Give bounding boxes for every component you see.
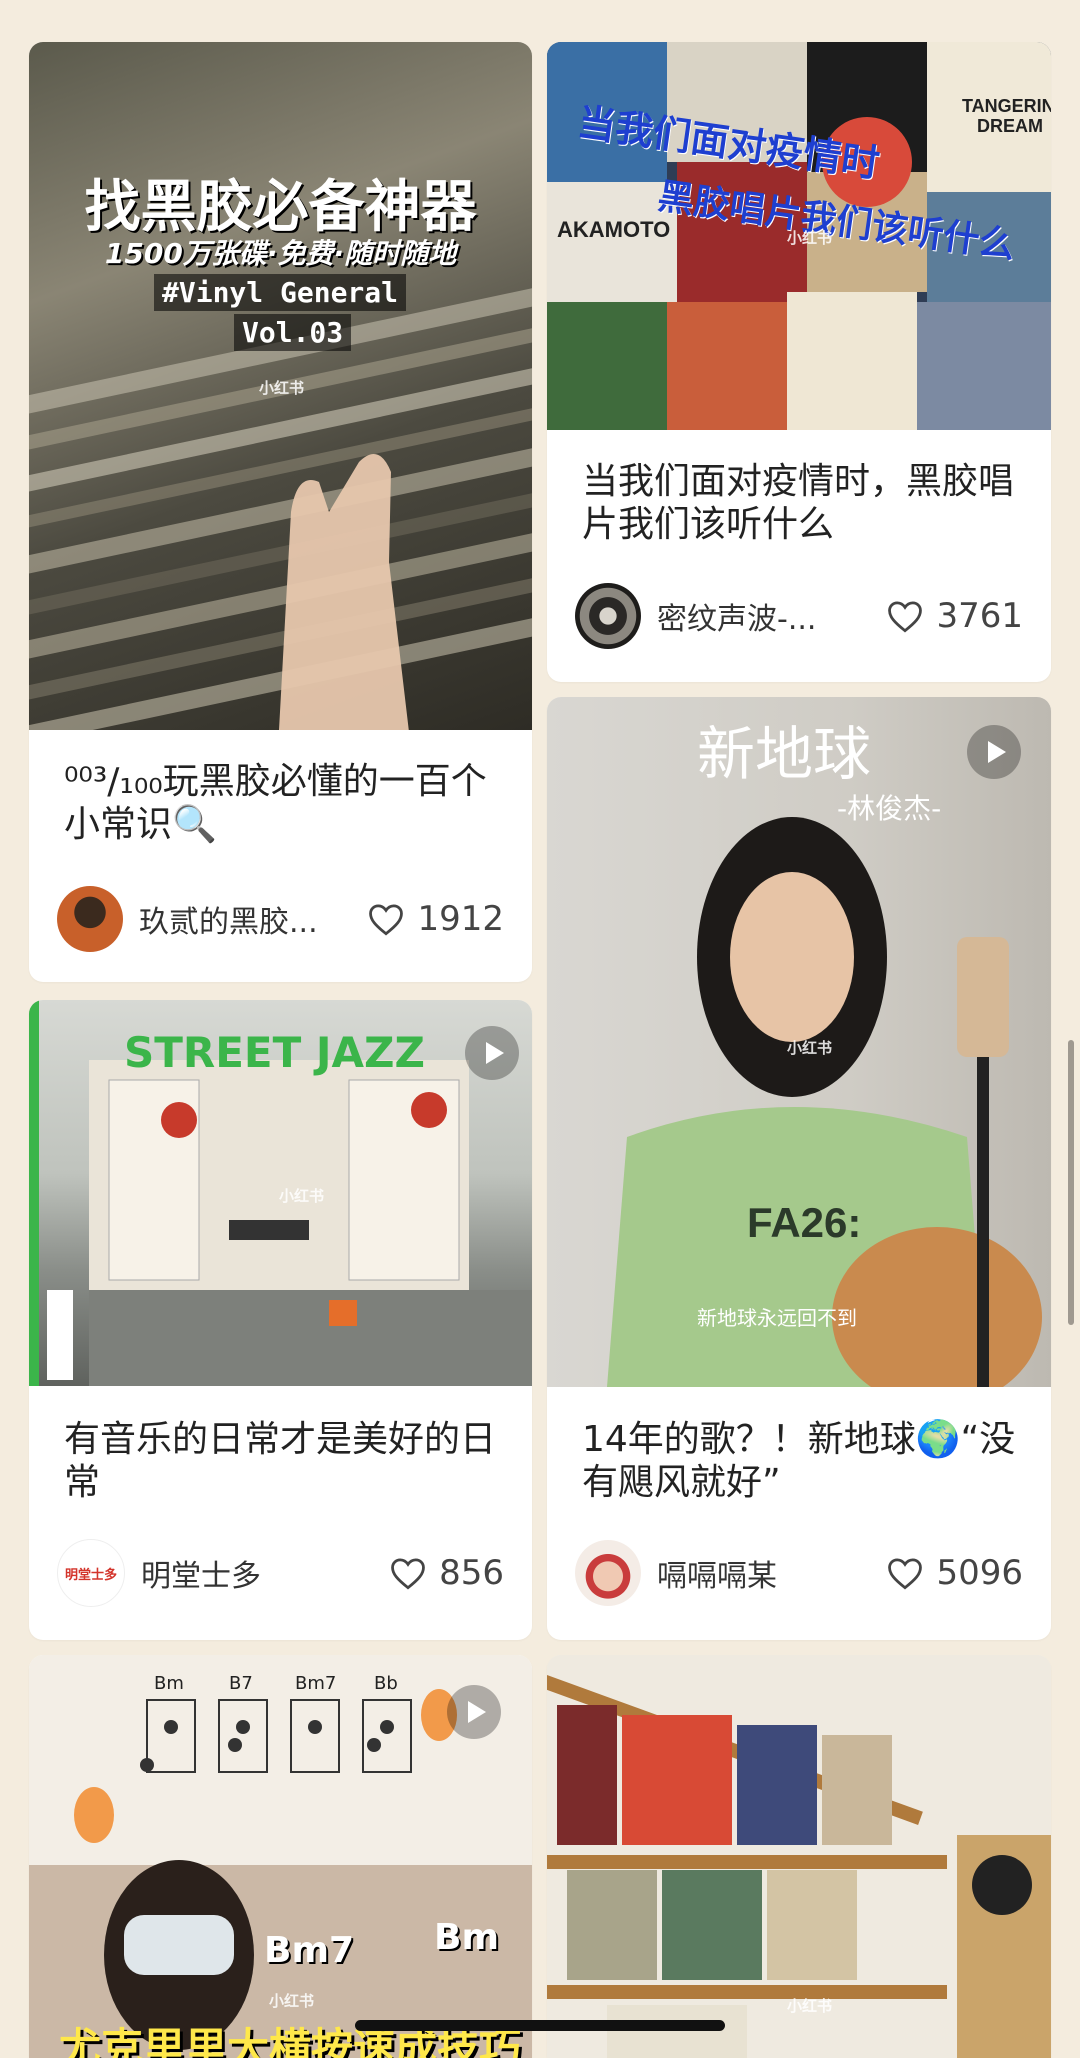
card-cover-image[interactable]: TANGERINE DREAM AKAMOTO 当我们面对疫情时 黑胶唱片我们该… [547, 42, 1051, 430]
note-card[interactable]: TANGERINE DREAM AKAMOTO 当我们面对疫情时 黑胶唱片我们该… [547, 42, 1051, 682]
cover-subline: -林俊杰- [837, 792, 942, 825]
author-avatar[interactable]: 明堂士多 [57, 1539, 125, 1607]
home-indicator[interactable] [355, 2020, 725, 2031]
note-card[interactable]: FA26: 新地球 -林俊杰- 小红书 新地球永远回不到 14年的歌？！新地球🌍… [547, 697, 1051, 1640]
cover-watermark: 小红书 [787, 229, 833, 247]
note-card[interactable]: STREET JAZZ 小红书 有音乐的日常才是美好的日常 明堂士多 明堂士多 … [29, 1000, 532, 1640]
note-title[interactable]: 有音乐的日常才是美好的日常 [64, 1418, 502, 1504]
like-button[interactable]: 1912 [367, 899, 504, 939]
like-button[interactable]: 5096 [886, 1553, 1023, 1593]
like-count: 3761 [936, 596, 1023, 636]
cover-watermark: 小红书 [787, 1039, 833, 1057]
author-name[interactable]: 明堂士多 [141, 1551, 379, 1595]
heart-icon [391, 1558, 425, 1590]
author-avatar[interactable] [575, 1540, 641, 1606]
card-cover-image[interactable]: STREET JAZZ 小红书 [29, 1000, 532, 1386]
note-title[interactable]: ⁰⁰³/₁₀₀玩黑胶必懂的一百个小常识🔍 [64, 760, 502, 846]
card-meta: 嗝嗝嗝某 5096 [575, 1538, 1023, 1608]
cover-headline: STREET JAZZ [124, 1028, 425, 1077]
chord-label: Bm [154, 1673, 184, 1694]
card-meta: 密纹声波-... 3761 [575, 581, 1023, 651]
like-count: 856 [439, 1553, 504, 1593]
scrollbar[interactable] [1068, 1040, 1074, 1325]
svg-text:TANGERINE: TANGERINE [962, 96, 1051, 116]
note-title[interactable]: 14年的歌？！新地球🌍“没有飓风就好” [582, 1418, 1021, 1504]
cover-caption: 新地球永远回不到 [697, 1306, 857, 1330]
like-button[interactable]: 856 [389, 1553, 504, 1593]
card-cover-image[interactable]: 小红书 [547, 1655, 1051, 2058]
cover-watermark: 小红书 [269, 1992, 315, 2010]
chord-overlay-label: Bm [434, 1917, 499, 1958]
feed-grid: 找黑胶必备神器 1500万张碟·免费·随时随地 #Vinyl General V… [0, 0, 1080, 2058]
author-name[interactable]: 密纹声波-... [657, 594, 876, 638]
card-cover-image[interactable]: FA26: 新地球 -林俊杰- 小红书 新地球永远回不到 [547, 697, 1051, 1387]
chord-label: Bb [374, 1673, 398, 1694]
card-cover-image[interactable]: Bm B7 Bm7 Bb Bm7 Bm 小红书 尤克里里大横按速成技巧 [29, 1655, 532, 2058]
svg-text:FA26:: FA26: [747, 1199, 861, 1246]
like-count: 5096 [936, 1553, 1023, 1593]
cover-headline: 新地球 [697, 720, 872, 788]
svg-text:AKAMOTO: AKAMOTO [557, 217, 670, 242]
heart-icon [888, 601, 923, 633]
cover-watermark: 小红书 [279, 1187, 325, 1205]
cover-tag: #Vinyl General [154, 274, 407, 311]
heart-icon [369, 904, 404, 936]
cover-headline: 找黑胶必备神器 [84, 175, 477, 240]
cover-vol: Vol.03 [234, 314, 352, 351]
note-card[interactable]: Bm B7 Bm7 Bb Bm7 Bm 小红书 尤克里里大横按速成技巧 [29, 1655, 532, 2058]
cover-watermark: 小红书 [787, 1997, 833, 2015]
card-meta: 玖贰的黑胶... 1912 [57, 884, 504, 954]
heart-icon [888, 1558, 923, 1590]
author-avatar[interactable] [575, 583, 641, 649]
cover-subline: 1500万张碟·免费·随时随地 [104, 237, 457, 270]
note-title[interactable]: 当我们面对疫情时，黑胶唱片我们该听什么 [582, 460, 1021, 546]
svg-text:DREAM: DREAM [977, 116, 1043, 136]
author-name[interactable]: 嗝嗝嗝某 [657, 1551, 876, 1595]
author-avatar[interactable] [57, 886, 123, 952]
chord-overlay-label: Bm7 [264, 1930, 354, 1971]
video-play-icon [447, 1685, 501, 1739]
card-cover-image[interactable]: 找黑胶必备神器 1500万张碟·免费·随时随地 #Vinyl General V… [29, 42, 532, 730]
video-play-icon [967, 725, 1021, 779]
like-count: 1912 [417, 899, 504, 939]
chord-label: B7 [229, 1673, 253, 1694]
note-card[interactable]: 小红书 [547, 1655, 1051, 2058]
chord-label: Bm7 [295, 1673, 337, 1694]
note-card[interactable]: 找黑胶必备神器 1500万张碟·免费·随时随地 #Vinyl General V… [29, 42, 532, 982]
author-name[interactable]: 玖贰的黑胶... [139, 897, 357, 941]
video-play-icon [465, 1026, 519, 1080]
like-button[interactable]: 3761 [886, 596, 1023, 636]
card-meta: 明堂士多 明堂士多 856 [57, 1538, 504, 1608]
cover-watermark: 小红书 [259, 379, 305, 397]
